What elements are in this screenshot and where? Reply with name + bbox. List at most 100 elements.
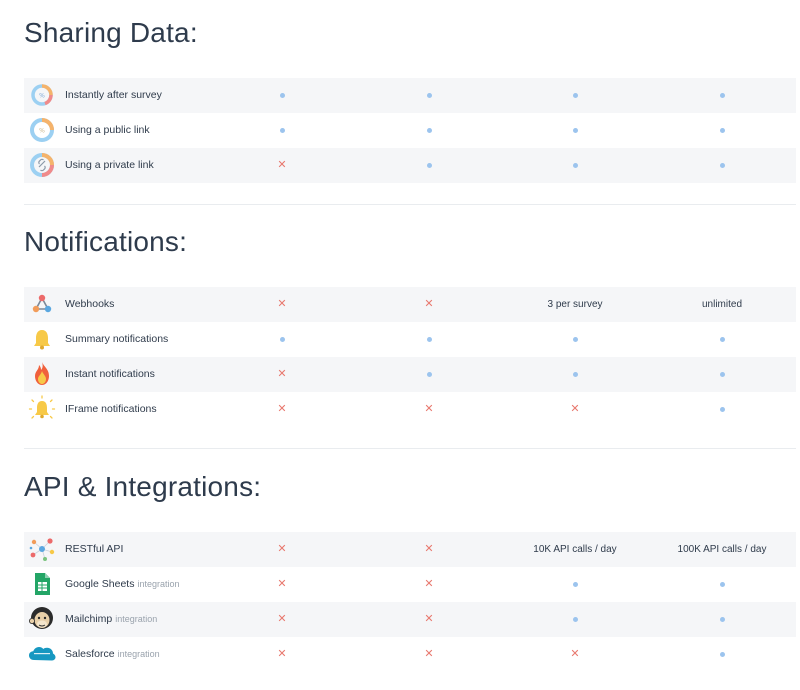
table-row: Instant notifications ✕ [24,357,796,392]
plan-4-cell [662,602,782,637]
included-dot-icon [719,652,725,657]
included-dot-icon [572,337,578,342]
feature-table: Webhooks ✕ ✕ 3 per survey unlimited Summ… [24,287,796,427]
plan-3-cell [515,78,635,113]
plan-4-cell: unlimited [662,287,782,322]
included-dot-icon [572,582,578,587]
plan-3-cell [515,602,635,637]
flame-icon [28,360,56,388]
included-dot-icon [719,407,725,412]
plan-4-cell [662,78,782,113]
plan-2-cell [369,148,489,183]
plan-2-cell [369,78,489,113]
table-row: Webhooks ✕ ✕ 3 per survey unlimited [24,287,796,322]
section-title: API & Integrations: [24,471,262,502]
table-row: RESTful API ✕ ✕ 10K API calls / day 100K… [24,532,796,567]
ringing-bell-icon [28,395,56,423]
plan-4-cell [662,637,782,672]
row-label: Google Sheets integration [65,578,180,590]
webhook-icon [28,290,56,318]
plan-3-cell: 3 per survey [515,287,635,322]
plan-1-cell: ✕ [222,567,342,602]
plan-1-cell: ✕ [222,148,342,183]
google-sheets-icon [28,570,56,598]
svg-text:%: % [39,128,45,135]
included-dot-icon [279,93,285,98]
included-dot-icon [279,128,285,133]
plan-1-cell: ✕ [222,287,342,322]
api-network-icon [28,535,56,563]
private-link-donut-icon [28,151,56,179]
not-included-cross-icon: ✕ [277,368,287,380]
plan-1-cell [222,322,342,357]
cell-value: 3 per survey [547,299,603,310]
plan-2-cell: ✕ [369,287,489,322]
salesforce-icon [28,640,56,668]
included-dot-icon [572,372,578,377]
plan-3-cell [515,113,635,148]
share-donut-icon: % [28,81,56,109]
section-sharing-data: Sharing Data: % Instantly after survey %… [24,0,796,200]
included-dot-icon [572,128,578,133]
section-divider [24,204,796,205]
row-label: RESTful API [65,543,124,555]
included-dot-icon [719,582,725,587]
feature-table: % Instantly after survey % Using a publi… [24,78,796,183]
plan-1-cell: ✕ [222,637,342,672]
not-included-cross-icon: ✕ [570,403,580,415]
included-dot-icon [719,93,725,98]
bell-icon [28,325,56,353]
section-title: Notifications: [24,226,188,257]
included-dot-icon [719,128,725,133]
plan-1-cell: ✕ [222,532,342,567]
table-row: Summary notifications [24,322,796,357]
included-dot-icon [426,163,432,168]
row-label: Summary notifications [65,333,169,345]
row-label: Using a private link [65,159,154,171]
included-dot-icon [279,337,285,342]
plan-3-cell: ✕ [515,637,635,672]
not-included-cross-icon: ✕ [424,543,434,555]
included-dot-icon [719,163,725,168]
plan-4-cell [662,567,782,602]
included-dot-icon [426,337,432,342]
not-included-cross-icon: ✕ [424,403,434,415]
included-dot-icon [719,337,725,342]
not-included-cross-icon: ✕ [424,298,434,310]
not-included-cross-icon: ✕ [424,578,434,590]
included-dot-icon [719,617,725,622]
table-row: % Using a public link [24,113,796,148]
plan-2-cell: ✕ [369,567,489,602]
plan-4-cell: 100K API calls / day [662,532,782,567]
plan-2-cell [369,357,489,392]
cell-value: 10K API calls / day [533,544,617,555]
included-dot-icon [426,372,432,377]
plan-1-cell [222,113,342,148]
section-title: Sharing Data: [24,17,198,48]
not-included-cross-icon: ✕ [277,159,287,171]
not-included-cross-icon: ✕ [424,613,434,625]
included-dot-icon [426,93,432,98]
section-api-integrations: API & Integrations: RESTful API ✕ ✕ 10K … [24,455,796,690]
plan-1-cell: ✕ [222,392,342,427]
table-row: Mailchimp integration ✕ ✕ [24,602,796,637]
not-included-cross-icon: ✕ [424,648,434,660]
row-label: Webhooks [65,298,115,310]
row-label: Using a public link [65,124,150,136]
plan-2-cell [369,113,489,148]
plan-1-cell [222,78,342,113]
not-included-cross-icon: ✕ [277,578,287,590]
row-label: Instantly after survey [65,89,162,101]
plan-2-cell [369,322,489,357]
plan-4-cell [662,322,782,357]
plan-3-cell [515,567,635,602]
not-included-cross-icon: ✕ [277,613,287,625]
not-included-cross-icon: ✕ [277,403,287,415]
table-row: IFrame notifications ✕ ✕ ✕ [24,392,796,427]
row-label: IFrame notifications [65,403,157,415]
plan-4-cell [662,357,782,392]
cell-value: 100K API calls / day [677,544,767,555]
plan-3-cell: 10K API calls / day [515,532,635,567]
plan-1-cell: ✕ [222,602,342,637]
feature-table: RESTful API ✕ ✕ 10K API calls / day 100K… [24,532,796,672]
